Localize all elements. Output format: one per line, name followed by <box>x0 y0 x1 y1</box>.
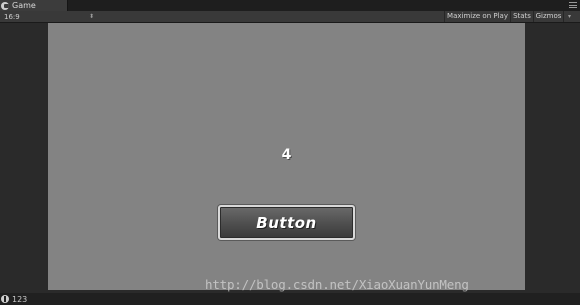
game-viewport: 4 Button <box>48 23 525 290</box>
watermark-text: http://blog.csdn.net/XiaoXuanYunMeng <box>205 277 469 292</box>
tab-game[interactable]: Game <box>0 0 68 11</box>
game-toolbar: 16:9 ⬍ Maximize on Play Stats Gizmos ▾ <box>0 11 580 23</box>
window-tab-strip: Game <box>0 0 580 11</box>
maximize-on-play-toggle[interactable]: Maximize on Play <box>444 11 510 22</box>
counter-label: 4 <box>281 147 292 163</box>
status-bar: 123 <box>0 293 580 305</box>
aspect-ratio-value: 16:9 <box>4 12 20 21</box>
status-message[interactable]: 123 <box>12 295 27 304</box>
console-log-icon <box>1 295 9 303</box>
gizmos-toggle[interactable]: Gizmos <box>533 11 563 22</box>
game-button[interactable]: Button <box>218 205 355 240</box>
aspect-ratio-dropdown[interactable]: 16:9 ⬍ <box>2 11 96 22</box>
chevron-down-icon[interactable]: ▾ <box>563 11 575 22</box>
game-controller-icon <box>1 1 9 10</box>
tab-game-label: Game <box>12 1 36 10</box>
game-button-label: Button <box>256 213 317 232</box>
stats-toggle[interactable]: Stats <box>510 11 533 22</box>
chevron-updown-icon: ⬍ <box>88 13 94 20</box>
window-menu-icon[interactable] <box>569 2 577 8</box>
